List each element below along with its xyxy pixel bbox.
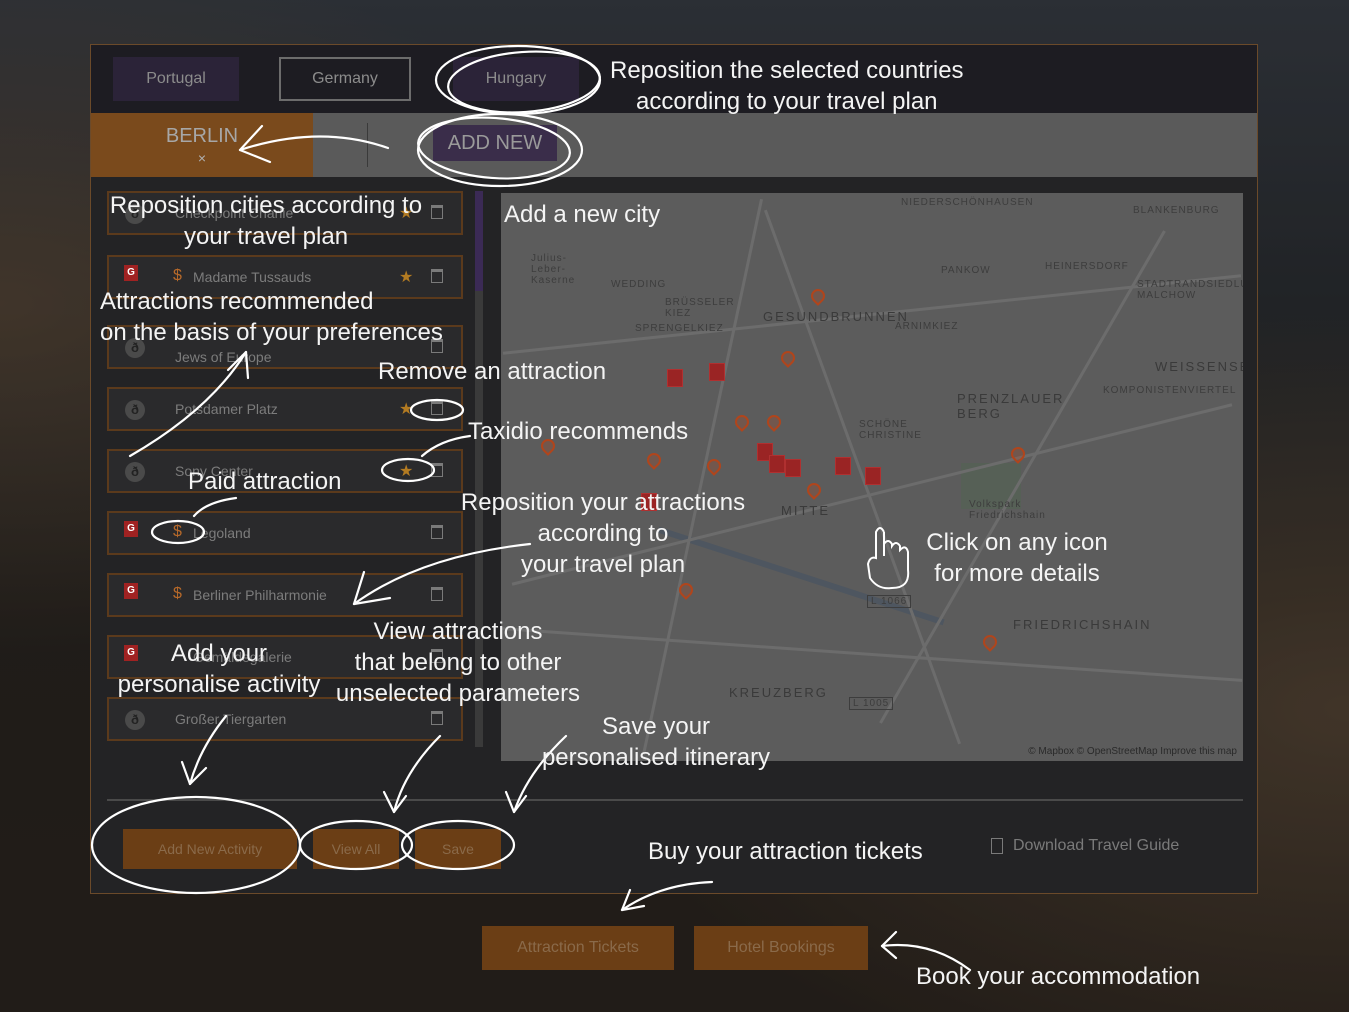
annotation-paid: Paid attraction [188,468,342,495]
annotation-buy-tickets: Buy your attraction tickets [648,838,923,865]
annotation-reposition-cities: Reposition cities according to your trav… [98,190,434,252]
annotation-line: View attractions [373,618,543,645]
annotation-add-city: Add a new city [504,201,661,228]
arrow [238,135,390,152]
annotation-line: Add your [170,640,268,667]
highlight-circle [417,116,571,180]
annotation-line: Reposition cities according to [109,192,423,219]
annotation-line: Reposition your attractions [460,489,746,516]
annotation-remove: Remove an attraction [378,358,607,385]
annotation-line: Reposition the selected countries [610,57,964,84]
highlight-circle [447,50,601,114]
annotation-reposition-attractions: Reposition your attractions according to… [452,487,754,580]
annotation-add-personal: Add your personalise activity [112,638,326,700]
highlight-circle [409,398,465,422]
arrow [128,350,248,458]
arrow [420,434,472,458]
arrow [392,734,442,814]
highlight-circle [400,819,516,871]
annotation-line: according to your travel plan [636,88,938,115]
pointer-hand-icon [866,527,910,590]
annotation-click-icon: Click on any icon for more details [920,527,1114,589]
annotation-taxidio: Taxidio recommends [468,418,689,445]
annotation-line: on the basis of your preferences [100,319,443,346]
highlight-circle [416,112,584,188]
annotation-line: Save your [601,713,711,740]
annotation-line: personalise activity [117,671,321,698]
highlight-circle [90,795,302,895]
arrowhead [382,790,408,814]
annotation-line: according to [537,520,669,547]
annotation-line: your travel plan [520,551,686,578]
arrow [620,880,714,912]
arrow [192,496,238,518]
highlight-circle [298,819,414,871]
highlight-circle [150,519,206,545]
annotation-line: personalised itinerary [541,744,771,771]
annotation-line: Attractions recommended [100,288,374,315]
annotation-line: Click on any icon [926,529,1108,556]
annotation-reposition-countries: Reposition the selected countries accord… [610,55,964,117]
annotation-line: for more details [934,560,1100,587]
highlight-circle [380,457,436,483]
annotation-view-other: View attractions that belong to other un… [330,616,586,709]
arrow [188,714,228,786]
annotation-line: that belong to other [354,649,562,676]
arrowhead [504,790,528,814]
annotation-book-accommodation: Book your accommodation [916,963,1201,990]
annotation-line: unselected parameters [335,680,581,707]
annotation-save: Save your personalised itinerary [536,711,776,773]
annotation-line: your travel plan [183,223,349,250]
annotation-recommended: Attractions recommended on the basis of … [100,286,443,348]
